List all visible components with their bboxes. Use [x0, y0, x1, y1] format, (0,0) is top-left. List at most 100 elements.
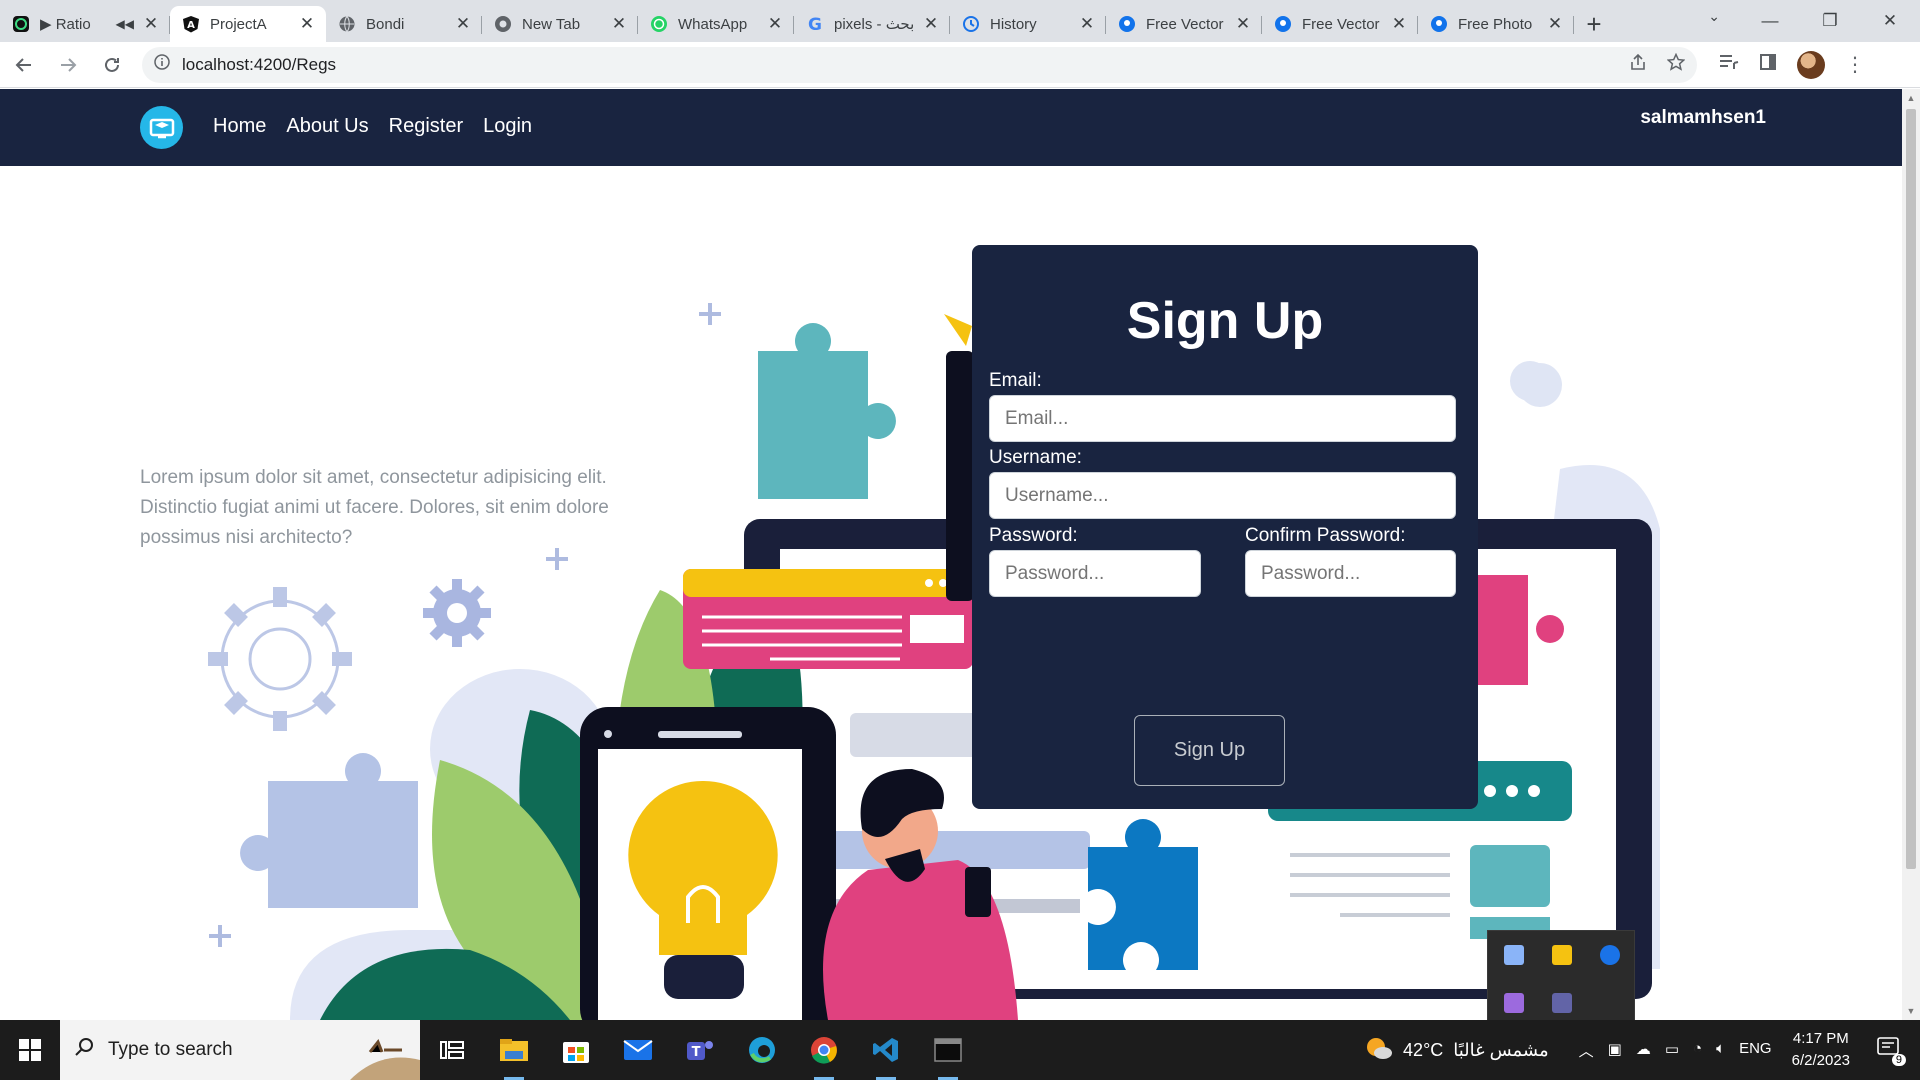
pen-icon[interactable] [1504, 993, 1524, 1013]
bluetooth-icon[interactable] [1600, 945, 1620, 965]
meet-now-icon[interactable]: ▣ [1608, 1040, 1622, 1061]
clock-time: 4:17 PM [1792, 1030, 1849, 1047]
tab-free-vector-1[interactable]: Free Vector ✕ [1106, 6, 1262, 42]
google-icon: G [806, 15, 824, 33]
side-panel-icon[interactable] [1759, 53, 1777, 76]
taskbar-search-box[interactable]: Type to search [60, 1020, 420, 1080]
wifi-icon[interactable]: ◔ [1693, 1040, 1702, 1061]
scrollbar-thumb[interactable] [1906, 109, 1916, 869]
nav-about-us[interactable]: About Us [286, 115, 368, 138]
close-tab-icon[interactable]: ✕ [1234, 14, 1252, 34]
mute-icon[interactable]: ◀◀ [116, 17, 134, 31]
show-hidden-icons-chevron-icon[interactable]: ︿ [1579, 1040, 1594, 1061]
tab-bondi[interactable]: Bondi ✕ [326, 6, 482, 42]
tab-free-photo[interactable]: Free Photo ✕ [1418, 6, 1574, 42]
security-shield-icon[interactable] [1552, 945, 1572, 965]
close-tab-icon[interactable]: ✕ [766, 14, 784, 34]
intro-text: Lorem ipsum dolor sit amet, consectetur … [140, 467, 609, 548]
bookmark-star-icon[interactable] [1666, 52, 1686, 76]
page-scrollbar[interactable]: ▲ ▼ [1902, 89, 1920, 1020]
tab-google-search[interactable]: G pixels - بحث ✕ [794, 6, 950, 42]
chrome-taskbar-icon[interactable] [806, 1032, 842, 1080]
nav-home[interactable]: Home [213, 115, 266, 138]
close-tab-icon[interactable]: ✕ [1546, 14, 1564, 34]
url-text[interactable]: localhost:4200/Regs [182, 55, 336, 75]
scroll-down-arrow-icon[interactable]: ▼ [1906, 1006, 1916, 1016]
close-window-icon[interactable]: ✕ [1860, 0, 1920, 42]
new-tab-button[interactable]: + [1574, 6, 1614, 42]
address-bar[interactable]: localhost:4200/Regs [142, 46, 1697, 83]
username-field[interactable] [989, 472, 1456, 519]
tab-new-tab[interactable]: New Tab ✕ [482, 6, 638, 42]
graduation-cap-logo-icon[interactable] [140, 106, 183, 149]
battery-icon[interactable]: ▭ [1665, 1040, 1679, 1061]
tab-history[interactable]: History ✕ [950, 6, 1106, 42]
restore-icon[interactable]: ❐ [1800, 0, 1860, 42]
nav-login[interactable]: Login [483, 115, 532, 138]
task-view-icon[interactable] [434, 1032, 470, 1068]
display-icon[interactable] [1504, 945, 1524, 965]
vscode-icon[interactable] [868, 1032, 904, 1080]
microsoft-store-icon[interactable] [558, 1032, 594, 1068]
edge-icon[interactable] [744, 1032, 780, 1068]
nav-register[interactable]: Register [389, 115, 463, 138]
windows-start-icon[interactable] [0, 1020, 60, 1080]
input-language[interactable]: ENG [1739, 1040, 1772, 1061]
mail-icon[interactable] [620, 1032, 656, 1068]
gear-outline-icon [208, 587, 352, 731]
tab-ratio[interactable]: ▶ Ratio ◀◀ ✕ [0, 6, 170, 42]
confirm-password-label: Confirm Password: [1245, 525, 1406, 546]
scroll-up-arrow-icon[interactable]: ▲ [1906, 93, 1916, 103]
close-tab-icon[interactable]: ✕ [1078, 14, 1096, 34]
weather-widget[interactable]: 42°C مشمس غالبًا [1365, 1036, 1549, 1065]
password-label: Password: [989, 525, 1078, 546]
terminal-icon[interactable] [930, 1032, 966, 1080]
password-field[interactable] [989, 550, 1201, 597]
teams-icon[interactable]: T [682, 1032, 718, 1068]
signup-button[interactable]: Sign Up [1134, 715, 1285, 786]
angular-icon: A [182, 15, 200, 33]
back-arrow-icon[interactable] [4, 45, 44, 85]
close-tab-icon[interactable]: ✕ [142, 14, 160, 34]
whatsapp-icon [650, 15, 668, 33]
globe-icon [338, 15, 356, 33]
freepik-icon [1274, 15, 1292, 33]
confirm-password-field[interactable] [1245, 550, 1456, 597]
search-highlight-illustration [350, 1039, 420, 1080]
close-tab-icon[interactable]: ✕ [1390, 14, 1408, 34]
teams-tray-icon[interactable] [1552, 993, 1572, 1013]
site-info-icon[interactable] [154, 54, 170, 75]
tab-whatsapp[interactable]: WhatsApp ✕ [638, 6, 794, 42]
windows-taskbar: Type to search T 42°C مشمس غالبًا ︿ ▣ ☁ … [0, 1020, 1920, 1080]
username-label: Username: [989, 447, 1082, 468]
close-tab-icon[interactable]: ✕ [454, 14, 472, 34]
share-icon[interactable] [1629, 53, 1647, 76]
email-field[interactable] [989, 395, 1456, 442]
freepik-icon [1430, 15, 1448, 33]
close-tab-icon[interactable]: ✕ [298, 14, 316, 34]
svg-text:T: T [692, 1045, 701, 1060]
onedrive-cloud-icon[interactable]: ☁ [1636, 1040, 1651, 1061]
puzzle-piece-teal [758, 323, 896, 499]
profile-avatar[interactable] [1797, 50, 1825, 79]
tab-projecta[interactable]: A ProjectA ✕ [170, 6, 326, 42]
play-icon: ▶ [40, 16, 56, 33]
notification-center-icon[interactable]: 9 [1876, 1036, 1906, 1066]
volume-icon[interactable]: 🔈︎ [1716, 1040, 1725, 1061]
minimize-icon[interactable]: — [1740, 0, 1800, 42]
close-tab-icon[interactable]: ✕ [610, 14, 628, 34]
current-username[interactable]: salmamhsen1 [1640, 107, 1766, 129]
system-tray: 42°C مشمس غالبًا ︿ ▣ ☁ ▭ ◔ 🔈︎ ENG 4:17 P… [1365, 1020, 1920, 1080]
tab-free-vector-2[interactable]: Free Vector ✕ [1262, 6, 1418, 42]
media-queue-icon[interactable] [1719, 53, 1739, 76]
tab-search-chevron-icon[interactable]: ⌄ [1708, 8, 1720, 25]
kebab-menu-icon[interactable]: ⋮ [1845, 55, 1865, 75]
reload-icon[interactable] [92, 45, 132, 85]
clock-date: 6/2/2023 [1791, 1052, 1850, 1069]
close-tab-icon[interactable]: ✕ [922, 14, 940, 34]
chrome-icon [494, 15, 512, 33]
forward-arrow-icon[interactable] [48, 45, 88, 85]
file-explorer-icon[interactable] [496, 1032, 532, 1080]
clock[interactable]: 4:17 PM 6/2/2023 [1792, 1028, 1850, 1072]
circle-deco [1518, 363, 1562, 407]
